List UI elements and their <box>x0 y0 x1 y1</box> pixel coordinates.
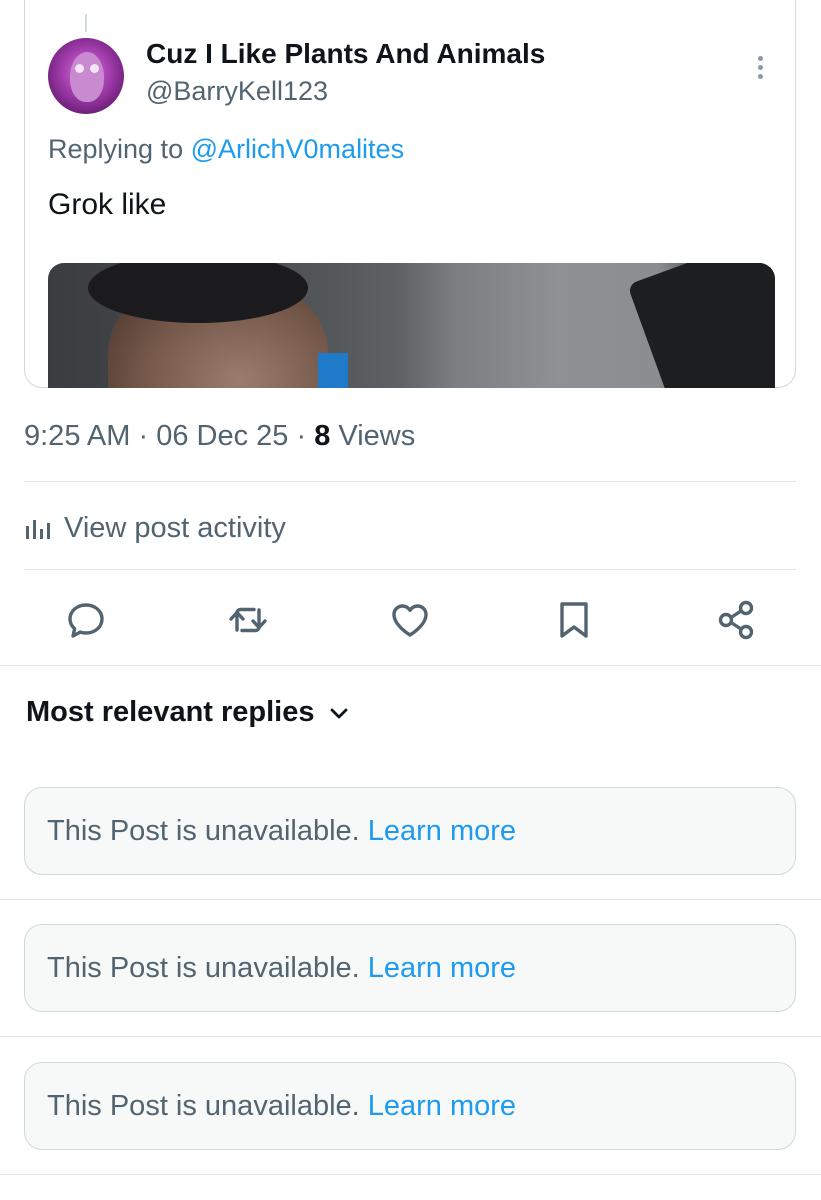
chevron-down-icon <box>330 708 347 718</box>
post-time: 9:25 AM <box>24 420 131 452</box>
divider <box>24 569 796 570</box>
unavailable-text: This Post is unavailable. <box>47 951 360 984</box>
view-post-activity-label: View post activity <box>64 511 286 544</box>
avatar-face <box>70 52 104 102</box>
learn-more-link[interactable]: Learn more <box>368 952 516 985</box>
reply-icon[interactable] <box>64 598 108 642</box>
media-collar <box>318 353 348 388</box>
divider <box>0 1174 821 1175</box>
analytics-icon <box>26 520 50 539</box>
heart-icon[interactable] <box>388 598 432 642</box>
learn-more-link[interactable]: Learn more <box>368 815 516 848</box>
media-dark-object <box>627 263 775 388</box>
repost-icon[interactable] <box>226 598 270 642</box>
divider <box>0 899 821 900</box>
post-date: 06 Dec 25 <box>156 420 289 452</box>
avatar-eye <box>75 64 84 73</box>
bookmark-icon[interactable] <box>552 598 596 642</box>
unavailable-post-notice: This Post is unavailable. Learn more <box>24 787 796 875</box>
unavailable-text: This Post is unavailable. <box>47 814 360 847</box>
avatar-eye <box>90 64 99 73</box>
view-post-activity-button[interactable]: View post activity <box>24 508 286 548</box>
replies-sort-dropdown[interactable]: Most relevant replies <box>26 696 349 729</box>
meta-separator: · <box>296 420 307 452</box>
avatar[interactable] <box>48 38 124 114</box>
replying-prefix: Replying to <box>48 134 184 164</box>
post-media[interactable] <box>48 263 775 388</box>
unavailable-post-notice: This Post is unavailable. Learn more <box>24 1062 796 1150</box>
unavailable-post-notice: This Post is unavailable. Learn more <box>24 924 796 1012</box>
user-handle[interactable]: @BarryKell123 <box>146 76 328 107</box>
share-icon[interactable] <box>715 598 759 642</box>
replies-sort-label: Most relevant replies <box>26 696 315 728</box>
views-count: 8 <box>314 420 331 452</box>
replying-mention-link[interactable]: @ArlichV0malites <box>191 134 404 164</box>
divider <box>0 1036 821 1037</box>
divider <box>0 665 821 666</box>
display-name[interactable]: Cuz I Like Plants And Animals <box>146 38 545 70</box>
more-vertical-icon[interactable] <box>750 56 770 86</box>
post-meta: 9:25 AM · 06 Dec 25 · 8 Views <box>24 420 415 453</box>
unavailable-text: This Post is unavailable. <box>47 1089 360 1122</box>
thread-line <box>85 14 87 32</box>
post-text: Grok like <box>48 188 167 221</box>
replying-to: Replying to @ArlichV0malites <box>48 134 404 165</box>
divider <box>24 481 796 482</box>
learn-more-link[interactable]: Learn more <box>368 1090 516 1123</box>
meta-separator: · <box>138 420 149 452</box>
views-label: Views <box>338 420 416 452</box>
